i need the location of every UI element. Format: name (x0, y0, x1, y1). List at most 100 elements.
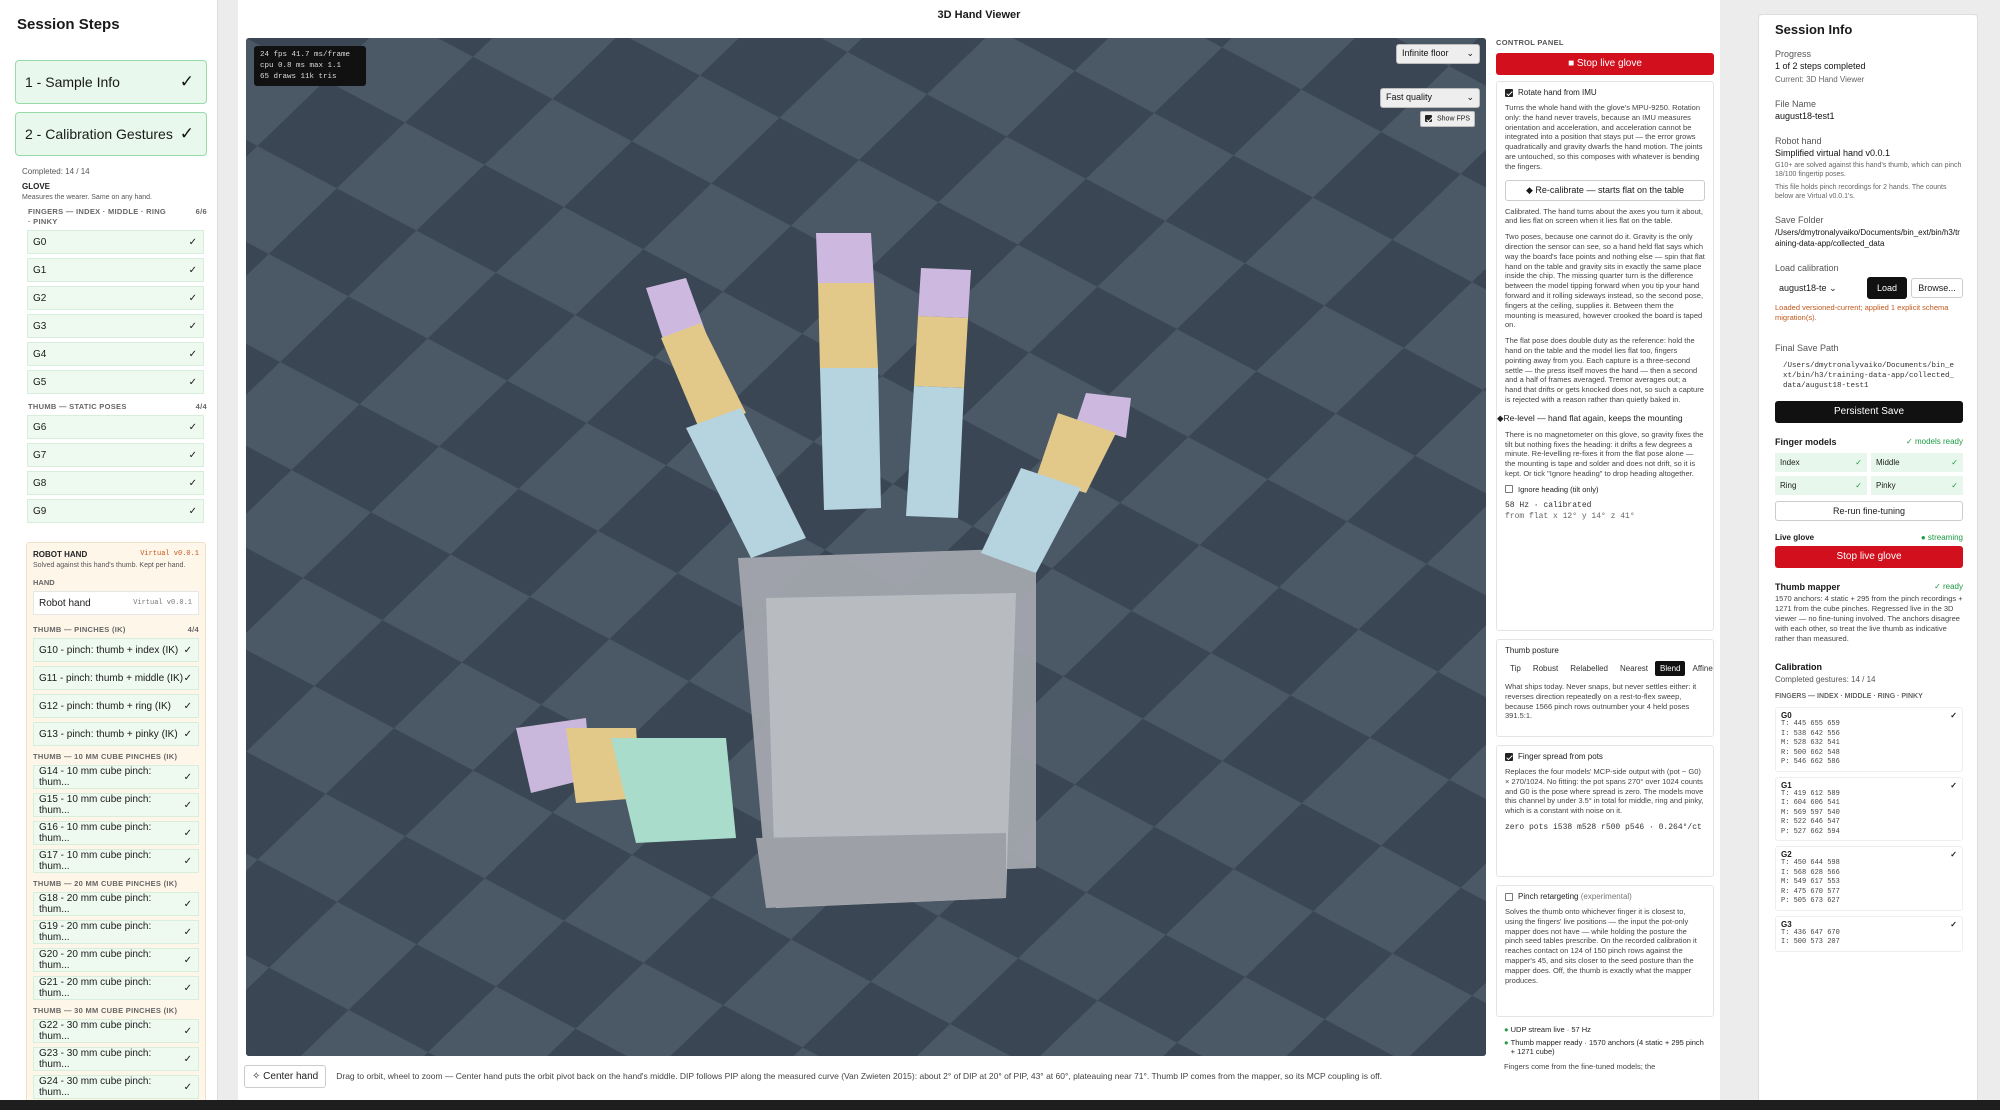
gesture-item[interactable]: G17 - 10 mm cube pinch: thum... ✓ (33, 849, 199, 873)
gesture-item[interactable]: G0 ✓ (27, 230, 204, 254)
gesture-label: G17 - 10 mm cube pinch: thum... (39, 850, 152, 872)
gesture-item[interactable]: G13 - pinch: thumb + pinky (IK) ✓ (33, 722, 199, 746)
gesture-item[interactable]: G24 - 30 mm cube pinch: thum... ✓ (33, 1075, 199, 1099)
pinch-count: 4/4 (187, 625, 199, 634)
calibration-row: I: 500 573 207 (1781, 938, 1840, 946)
gesture-item[interactable]: G11 - pinch: thumb + middle (IK) ✓ (33, 666, 199, 690)
posture-option[interactable]: Robust (1528, 661, 1563, 676)
check-icon: ✓ (183, 644, 192, 656)
posture-option[interactable]: Tip (1505, 661, 1526, 676)
gesture-item[interactable]: G4 ✓ (27, 342, 204, 366)
check-icon: ✓ (183, 728, 192, 740)
session-info-panel: Session Info Progress 1 of 2 steps compl… (1758, 14, 1978, 1110)
floor-select-value: Infinite floor (1402, 48, 1449, 58)
gesture-item[interactable]: G14 - 10 mm cube pinch: thum... ✓ (33, 765, 199, 789)
robot-desc2: This file holds pinch recordings for 2 h… (1775, 184, 1947, 200)
calibration-row: I: 568 628 566 (1781, 868, 1840, 877)
thumb-mapper-label: Thumb mapper (1775, 582, 1841, 592)
check-icon: ✓ (188, 236, 197, 248)
floor-select[interactable]: Infinite floor ⌄ (1396, 44, 1480, 64)
checkbox-icon (1425, 115, 1432, 122)
gesture-item[interactable]: G5 ✓ (27, 370, 204, 394)
gesture-item[interactable]: G12 - pinch: thumb + ring (IK) ✓ (33, 694, 199, 718)
calibration-row: I: 538 642 556 (1781, 729, 1840, 738)
center-hand-button[interactable]: ✧ Center hand (244, 1064, 327, 1088)
cube30-caption: THUMB — 30 MM CUBE PINCHES (IK) (33, 1006, 178, 1015)
gesture-item[interactable]: G7 ✓ (27, 443, 204, 467)
thumb-static-caption: THUMB — STATIC POSES (28, 402, 127, 411)
hand-value: Robot hand (39, 597, 91, 609)
check-icon: ✓ (1950, 919, 1957, 929)
gesture-item[interactable]: G19 - 20 mm cube pinch: thum... ✓ (33, 920, 199, 944)
show-fps-toggle[interactable]: Show FPS (1420, 111, 1476, 127)
pinch-retarget-checkbox[interactable]: Pinch retargeting (experimental) (1505, 892, 1705, 901)
viewer-hint: Drag to orbit, wheel to zoom — Center ha… (336, 1071, 1383, 1081)
calibration-select[interactable]: august18-te ⌄ (1775, 279, 1863, 298)
calibration-gesture: G0 (1781, 711, 1792, 720)
gesture-item[interactable]: G1 ✓ (27, 258, 204, 282)
ignore-heading-checkbox[interactable]: Ignore heading (tilt only) (1505, 485, 1705, 494)
imu-checkbox[interactable]: Rotate hand from IMU (1505, 88, 1705, 97)
posture-option[interactable]: Blend (1655, 661, 1686, 676)
gesture-item[interactable]: G20 - 20 mm cube pinch: thum... ✓ (33, 948, 199, 972)
gesture-item[interactable]: G16 - 10 mm cube pinch: thum... ✓ (33, 821, 199, 845)
gesture-label: G21 - 20 mm cube pinch: thum... (39, 977, 152, 999)
app-window: Session Steps 1 - Sample Info ✓ 2 - Cali… (0, 0, 2000, 1110)
thumb-posture-card: Thumb posture Tip Robust Relabelled Nearest… (1496, 639, 1714, 737)
posture-option[interactable]: Affine (1687, 661, 1714, 676)
finger-model-label: Index (1780, 458, 1800, 467)
check-icon: ✓ (183, 827, 192, 839)
target-icon: ✧ (252, 1070, 264, 1082)
gesture-item[interactable]: G21 - 20 mm cube pinch: thum... ✓ (33, 976, 199, 1000)
rerun-finetuning-button[interactable]: Re-run fine-tuning (1775, 501, 1963, 521)
relevel-text: There is no magnetometer on this glove, … (1505, 429, 1704, 478)
udp-status: ● UDP stream live · 57 Hz (1504, 1025, 1706, 1034)
quality-select-value: Fast quality (1386, 92, 1433, 102)
stop-live-glove-button-right[interactable]: Stop live glove (1775, 546, 1963, 568)
gesture-item[interactable]: G6 ✓ (27, 415, 204, 439)
gesture-item[interactable]: G3 ✓ (27, 314, 204, 338)
check-icon: ✓ (183, 799, 192, 811)
hand-scene (246, 38, 1486, 1056)
hand-select[interactable]: Robot hand Virtual v0.0.1 (33, 591, 199, 615)
calibration-gesture: G1 (1781, 780, 1792, 790)
stop-icon: ■ (1568, 58, 1577, 69)
quality-select[interactable]: Fast quality ⌄ (1380, 88, 1480, 108)
robot-hand-section: ROBOT HAND Virtual v0.0.1 Solved against… (26, 542, 206, 1100)
step-calibration-gestures[interactable]: 2 - Calibration Gestures ✓ (15, 112, 207, 156)
pinch-label: Pinch retargeting (1518, 892, 1579, 901)
gesture-item[interactable]: G10 - pinch: thumb + index (IK) ✓ (33, 638, 199, 662)
session-info-title: Session Info (1775, 22, 1853, 37)
load-button[interactable]: Load (1867, 277, 1907, 299)
gesture-item[interactable]: G8 ✓ (27, 471, 204, 495)
glove-desc: Measures the wearer. Same on any hand. (22, 194, 152, 201)
calibration-row: R: 475 670 577 (1781, 887, 1840, 896)
hand-viewport-3d[interactable]: 24 fps 41.7 ms/frame cpu 0.8 ms max 1.1 … (246, 38, 1486, 1056)
thumb-mapper-status: ✓ ready (1934, 582, 1963, 591)
robot-hand-title: ROBOT HAND (33, 550, 88, 559)
finger-spread-checkbox[interactable]: Finger spread from pots (1505, 752, 1705, 761)
gesture-item[interactable]: G15 - 10 mm cube pinch: thum... ✓ (33, 793, 199, 817)
gesture-label: G0 (33, 236, 47, 248)
check-icon: ✓ (188, 505, 197, 517)
gesture-item[interactable]: G18 - 20 mm cube pinch: thum... ✓ (33, 892, 199, 916)
step-sample-info[interactable]: 1 - Sample Info ✓ (15, 60, 207, 104)
calibration-row: M: 569 597 540 (1781, 808, 1840, 817)
gesture-item[interactable]: G22 - 30 mm cube pinch: thum... ✓ (33, 1019, 199, 1043)
posture-option[interactable]: Nearest (1615, 661, 1653, 676)
recalibrate-button[interactable]: ◆ Re-calibrate — starts flat on the tabl… (1505, 179, 1705, 201)
stop-live-glove-button[interactable]: ■ Stop live glove (1496, 53, 1714, 75)
relevel-button[interactable]: ◆ Re-level — hand flat again, keeps the … (1497, 413, 1705, 424)
persistent-save-button[interactable]: Persistent Save (1775, 401, 1963, 423)
posture-option[interactable]: Relabelled (1565, 661, 1613, 676)
pinch-experimental: (experimental) (1580, 892, 1632, 901)
gesture-label: G7 (33, 449, 47, 461)
browse-button[interactable]: Browse... (1911, 278, 1963, 298)
gesture-item[interactable]: G23 - 30 mm cube pinch: thum... ✓ (33, 1047, 199, 1071)
chevron-down-icon: ⌄ (1466, 92, 1474, 102)
gesture-item[interactable]: G9 ✓ (27, 499, 204, 523)
calibration-row: T: 445 655 659 (1781, 720, 1840, 728)
recalibrate-label: Re-calibrate — starts flat on the table (1535, 184, 1684, 195)
zero-pots-readout: zero pots i538 m528 r500 p546 · 0.264°/c… (1505, 822, 1702, 832)
gesture-item[interactable]: G2 ✓ (27, 286, 204, 310)
